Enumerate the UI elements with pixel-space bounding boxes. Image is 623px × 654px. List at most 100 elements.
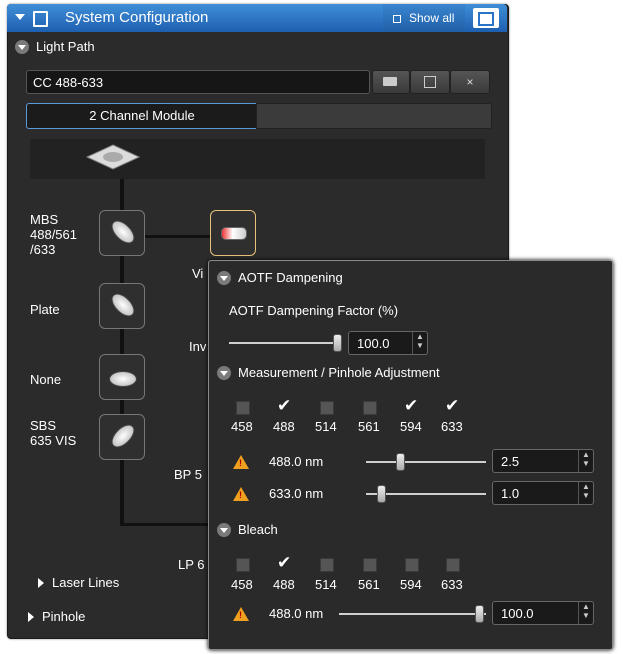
pinhole-expand-icon[interactable] xyxy=(28,612,34,622)
bp-partial-label: BP 5 xyxy=(174,467,202,482)
wavelength-561-checkbox[interactable] xyxy=(363,401,377,415)
close-icon: × xyxy=(466,75,474,89)
wavelength-label: 633 xyxy=(441,577,463,592)
beam-branch-line xyxy=(143,235,211,238)
pinhole-section-label[interactable]: Pinhole xyxy=(42,609,85,624)
light-path-collapse-icon[interactable] xyxy=(15,40,29,54)
sbs-label: SBS 635 VIS xyxy=(30,418,77,448)
aotf-section-label: AOTF Dampening xyxy=(238,270,343,285)
plate-element[interactable] xyxy=(99,283,145,329)
measurement-slider-thumb[interactable] xyxy=(377,485,386,503)
show-all-label: Show all xyxy=(409,11,455,25)
warning-icon xyxy=(233,607,249,621)
measurement-pinhole-value: 2.5 xyxy=(501,454,520,469)
edit-config-button[interactable] xyxy=(473,8,499,28)
laser-lines-expand-icon[interactable] xyxy=(38,578,44,588)
measurement-slider-track[interactable] xyxy=(366,461,486,463)
module-tab-label: 2 Channel Module xyxy=(89,108,195,123)
wavelength-633-checkbox[interactable] xyxy=(446,558,460,572)
spin-arrows-icon[interactable]: ▲ ▼ xyxy=(578,602,593,624)
detector-element[interactable] xyxy=(210,210,256,256)
save-icon xyxy=(424,76,436,88)
measurement-pinhole-spinbox[interactable]: 1.0 ▲ ▼ xyxy=(492,481,594,505)
show-all-toggle[interactable]: Show all xyxy=(383,4,465,32)
inv-partial-label: Inv xyxy=(189,339,207,354)
plate-label: Plate xyxy=(30,302,60,317)
mirror-icon xyxy=(107,289,139,321)
light-path-config-field[interactable]: CC 488-633 xyxy=(26,70,370,94)
bleach-value-spinbox[interactable]: 100.0 ▲ ▼ xyxy=(492,601,594,625)
folder-icon xyxy=(383,77,397,86)
bleach-line-label: 488.0 nm xyxy=(269,606,324,621)
wavelength-594-checkbox[interactable]: ✔ xyxy=(404,397,418,414)
wavelength-label: 514 xyxy=(315,419,337,434)
beam-bottom-line xyxy=(120,523,210,526)
wavelength-label: 458 xyxy=(231,419,253,434)
wavelength-514-checkbox[interactable] xyxy=(320,558,334,572)
laser-lines-section-label[interactable]: Laser Lines xyxy=(52,575,119,590)
wavelength-561-checkbox[interactable] xyxy=(363,558,377,572)
wavelength-label: 561 xyxy=(358,419,380,434)
aotf-collapse-icon[interactable] xyxy=(217,271,231,285)
measurement-section-label: Measurement / Pinhole Adjustment xyxy=(238,365,440,380)
save-config-button[interactable] xyxy=(410,70,450,94)
wavelength-514-checkbox[interactable] xyxy=(320,401,334,415)
wavelength-label: 594 xyxy=(400,419,422,434)
channel-settings-popup: AOTF Dampening AOTF Dampening Factor (%)… xyxy=(208,260,613,650)
light-path-section-label: Light Path xyxy=(36,39,95,54)
tab-2-channel-module[interactable]: 2 Channel Module xyxy=(26,103,258,129)
spin-arrows-icon[interactable]: ▲ ▼ xyxy=(578,482,593,504)
wavelength-633-checkbox[interactable]: ✔ xyxy=(445,397,459,414)
collapse-arrow-icon[interactable] xyxy=(15,14,25,20)
mirror-icon xyxy=(109,371,137,387)
open-config-button[interactable] xyxy=(372,70,410,94)
wavelength-label: 514 xyxy=(315,577,337,592)
aotf-slider-track[interactable] xyxy=(229,342,339,344)
mirror-icon xyxy=(107,420,139,452)
panel-title: System Configuration xyxy=(65,9,209,26)
aotf-slider-thumb[interactable] xyxy=(333,334,342,352)
wavelength-label: 458 xyxy=(231,577,253,592)
delete-config-button[interactable]: × xyxy=(450,70,490,94)
spin-arrows-icon[interactable]: ▲ ▼ xyxy=(412,332,427,354)
vis-partial-label: Vi xyxy=(192,266,204,281)
mbs-label: MBS 488/561 /633 xyxy=(30,212,77,257)
measurement-collapse-icon[interactable] xyxy=(217,366,231,380)
sbs-element[interactable] xyxy=(99,414,145,460)
measurement-pinhole-spinbox[interactable]: 2.5 ▲ ▼ xyxy=(492,449,594,473)
wavelength-458-checkbox[interactable] xyxy=(236,401,250,415)
none-element[interactable] xyxy=(99,354,145,400)
bleach-section-label: Bleach xyxy=(238,522,278,537)
bleach-slider-track[interactable] xyxy=(339,613,486,615)
wavelength-458-checkbox[interactable] xyxy=(236,558,250,572)
sample-diamond-icon xyxy=(85,144,141,170)
lp-partial-label: LP 6 xyxy=(178,557,205,572)
measurement-line-label: 488.0 nm xyxy=(269,454,324,469)
mbs-element[interactable] xyxy=(99,210,145,256)
tab-bar-rest xyxy=(256,103,492,129)
bleach-slider-thumb[interactable] xyxy=(475,605,484,623)
config-icon xyxy=(33,11,48,27)
wavelength-488-checkbox[interactable]: ✔ xyxy=(277,397,291,414)
warning-icon xyxy=(233,455,249,469)
panel-title-bar: System Configuration Show all xyxy=(7,4,507,32)
wavelength-label: 488 xyxy=(273,577,295,592)
none-label: None xyxy=(30,372,62,387)
measurement-pinhole-value: 1.0 xyxy=(501,486,520,501)
mirror-icon xyxy=(107,216,139,248)
measurement-slider-thumb[interactable] xyxy=(396,453,405,471)
show-all-checkbox[interactable] xyxy=(393,15,401,23)
edit-icon xyxy=(478,12,494,26)
warning-icon xyxy=(233,487,249,501)
spin-arrows-icon[interactable]: ▲ ▼ xyxy=(578,450,593,472)
wavelength-488-checkbox[interactable]: ✔ xyxy=(277,554,291,571)
aotf-factor-spinbox[interactable]: 100.0 ▲ ▼ xyxy=(348,331,428,355)
bleach-collapse-icon[interactable] xyxy=(217,523,231,537)
bleach-value: 100.0 xyxy=(501,606,534,621)
wavelength-594-checkbox[interactable] xyxy=(405,558,419,572)
wavelength-label: 488 xyxy=(273,419,295,434)
aotf-factor-value: 100.0 xyxy=(357,336,390,351)
measurement-line-label: 633.0 nm xyxy=(269,486,324,501)
wavelength-label: 561 xyxy=(358,577,380,592)
laser-icon xyxy=(221,227,247,240)
